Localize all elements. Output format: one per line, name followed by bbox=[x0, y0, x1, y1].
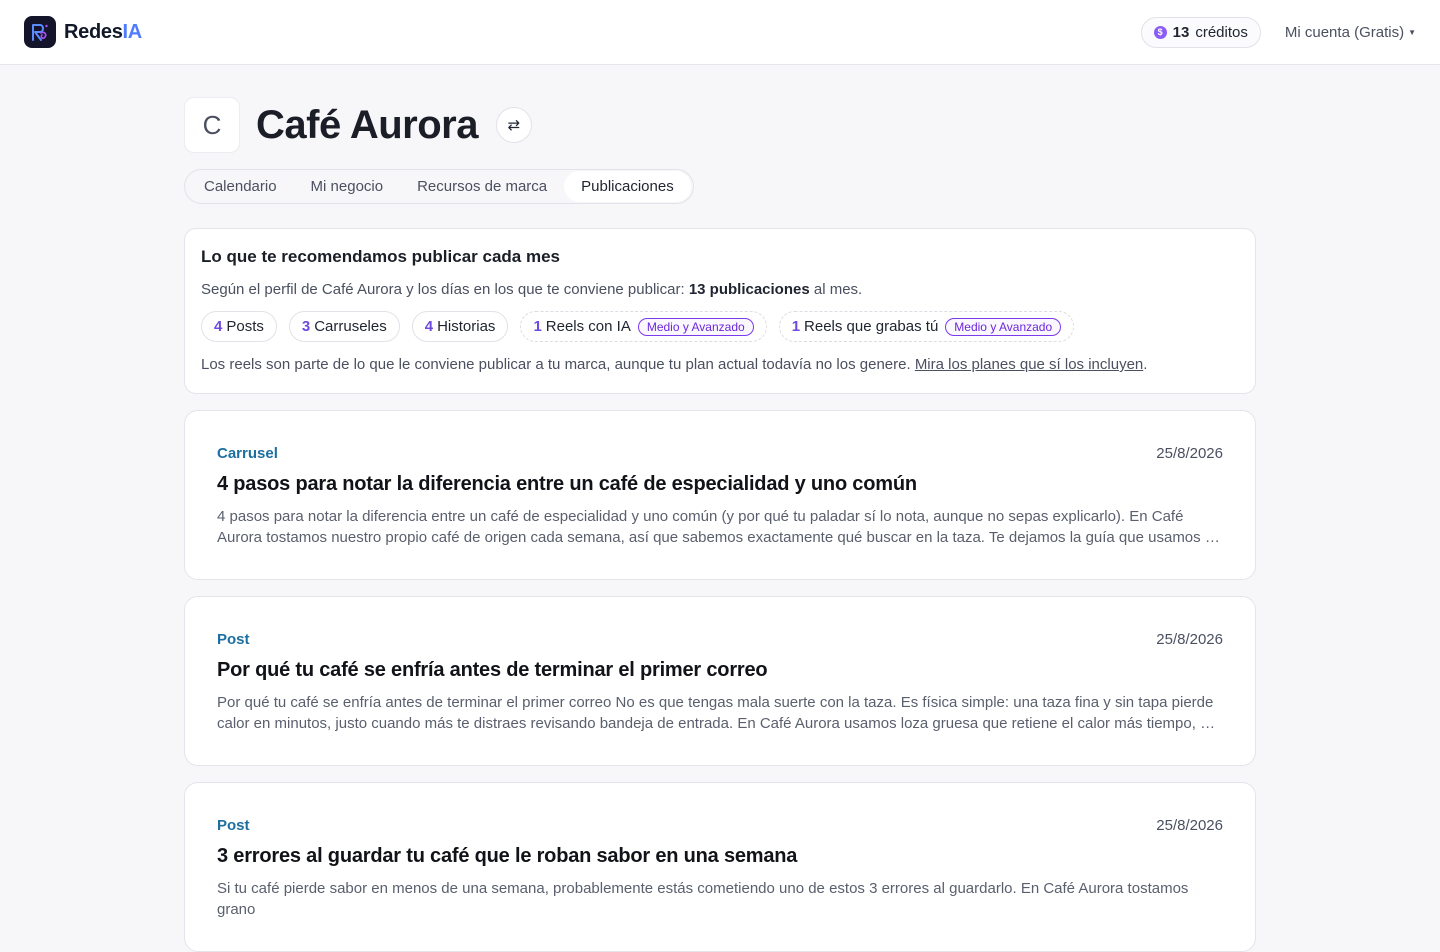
credits-count: 13 bbox=[1172, 23, 1190, 41]
recommendation-card: Lo que te recomendamos publicar cada mes… bbox=[184, 228, 1256, 394]
caret-down-icon: ▼ bbox=[1408, 27, 1416, 37]
page-title: Café Aurora bbox=[256, 102, 478, 147]
plan-tag: Medio y Avanzado bbox=[637, 317, 754, 336]
brand[interactable]: RedesIA bbox=[24, 16, 142, 48]
post-date: 25/8/2026 bbox=[1156, 445, 1223, 462]
tab-calendario[interactable]: Calendario bbox=[187, 171, 294, 202]
post-date: 25/8/2026 bbox=[1156, 817, 1223, 834]
brand-name: RedesIA bbox=[64, 20, 142, 43]
recommendation-description: Según el perfil de Café Aurora y los día… bbox=[201, 281, 863, 298]
chip-carruseles: 3 Carruseles bbox=[288, 311, 400, 342]
credits-badge[interactable]: $ 13 créditos bbox=[1140, 16, 1261, 48]
post-type: Post bbox=[217, 631, 250, 648]
chip-reels-grabas: 1 Reels que grabas tú Medio y Avanzado bbox=[778, 311, 1075, 342]
recommendation-chips: 4 Posts 3 Carruseles 4 Historias 1 Reels con… bbox=[201, 311, 1239, 342]
post-excerpt: Por qué tu café se enfría antes de termi… bbox=[217, 694, 1221, 732]
account-label: Mi cuenta (Gratis) bbox=[1284, 23, 1405, 41]
post-excerpt: Si tu café pierde sabor en menos de una … bbox=[217, 880, 1189, 918]
plan-tag: Medio y Avanzado bbox=[945, 317, 1062, 336]
post-title: 3 errores al guardar tu café que le roba… bbox=[217, 845, 798, 867]
post-card[interactable]: Post 25/8/2026 Por qué tu café se enfría… bbox=[184, 596, 1256, 766]
coin-icon: $ bbox=[1153, 25, 1167, 39]
post-card[interactable]: Post 25/8/2026 3 errores al guardar tu c… bbox=[184, 782, 1256, 952]
business-header: C Café Aurora ⇄ bbox=[184, 97, 532, 153]
account-menu-button[interactable]: Mi cuenta (Gratis) ▼ bbox=[1285, 24, 1416, 41]
top-navbar: RedesIA $ 13 créditos Mi cuenta (Gratis)… bbox=[0, 0, 1440, 65]
swap-arrows-icon: ⇄ bbox=[507, 117, 521, 134]
section-tabs: Calendario Mi negocio Recursos de marca … bbox=[184, 169, 694, 204]
business-avatar: C bbox=[184, 97, 240, 153]
plans-link[interactable]: Mira los planes que sí los incluyen bbox=[915, 356, 1143, 373]
recommendation-note: Los reels son parte de lo que le convien… bbox=[201, 356, 1148, 373]
chip-posts: 4 Posts bbox=[201, 311, 277, 342]
credits-label: créditos bbox=[1195, 23, 1248, 41]
chip-historias: 4 Historias bbox=[411, 311, 509, 342]
post-title: Por qué tu café se enfría antes de termi… bbox=[217, 659, 768, 681]
post-type: Carrusel bbox=[217, 445, 278, 462]
tab-mi-negocio[interactable]: Mi negocio bbox=[294, 171, 401, 202]
post-title: 4 pasos para notar la diferencia entre u… bbox=[217, 473, 917, 495]
recommendation-title: Lo que te recomendamos publicar cada mes bbox=[201, 247, 561, 266]
redesia-logo-icon bbox=[24, 16, 56, 48]
post-type: Post bbox=[217, 817, 250, 834]
post-card[interactable]: Carrusel 25/8/2026 4 pasos para notar la… bbox=[184, 410, 1256, 580]
tab-recursos-de-marca[interactable]: Recursos de marca bbox=[400, 171, 564, 202]
switch-business-button[interactable]: ⇄ bbox=[495, 107, 532, 143]
post-date: 25/8/2026 bbox=[1156, 631, 1223, 648]
recommendation-total: 13 publicaciones bbox=[688, 281, 810, 298]
post-excerpt: 4 pasos para notar la diferencia entre u… bbox=[217, 508, 1222, 546]
tab-publicaciones[interactable]: Publicaciones bbox=[564, 171, 691, 202]
chip-reels-ia: 1 Reels con IA Medio y Avanzado bbox=[520, 311, 767, 342]
